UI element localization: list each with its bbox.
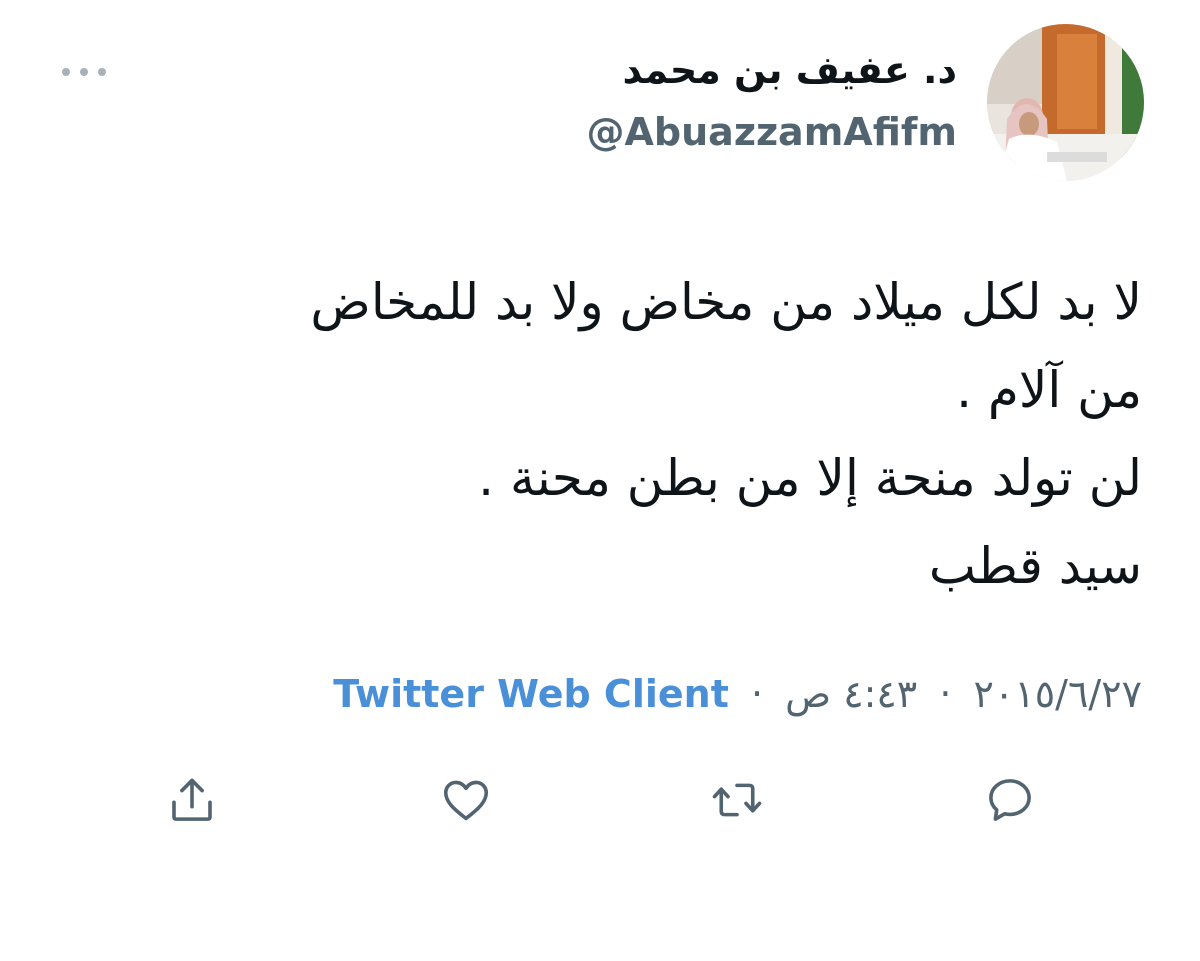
retweet-icon bbox=[712, 783, 762, 817]
heart-icon bbox=[443, 780, 489, 821]
like-button[interactable] bbox=[436, 770, 496, 830]
tweet-source-link[interactable]: Twitter Web Client bbox=[333, 672, 729, 716]
tweet-card: د. عفيف بن محمد @AbuazzamAfifm لا بد لكل… bbox=[0, 0, 1200, 961]
author-name[interactable]: د. عفيف بن محمد bbox=[622, 42, 957, 98]
tweet-text-line: سيد قطب bbox=[928, 537, 1142, 595]
avatar[interactable] bbox=[987, 24, 1144, 181]
more-dots-icon bbox=[98, 68, 106, 76]
reply-icon bbox=[989, 779, 1031, 821]
meta-separator: · bbox=[939, 672, 952, 716]
avatar-photo bbox=[987, 24, 1144, 181]
tweet-meta: ٢٠١٥/٦/٢٧ · ٤:٤٣ ص · Twitter Web Client bbox=[333, 664, 1142, 724]
tweet-text: لا بد لكل ميلاد من مخاض ولا بد للمخاض من… bbox=[62, 258, 1142, 610]
tweet-date[interactable]: ٢٠١٥/٦/٢٧ bbox=[974, 672, 1142, 716]
share-button[interactable] bbox=[162, 770, 222, 830]
tweet-text-line: من آلام . bbox=[956, 361, 1142, 419]
tweet-text-line: لا بد لكل ميلاد من مخاض ولا بد للمخاض bbox=[310, 273, 1142, 331]
more-options-button[interactable] bbox=[62, 62, 106, 82]
more-dots-icon bbox=[80, 68, 88, 76]
tweet-text-line: لن تولد منحة إلا من بطن محنة . bbox=[478, 449, 1142, 507]
tweet-time[interactable]: ٤:٤٣ ص bbox=[785, 672, 917, 716]
reply-button[interactable] bbox=[980, 770, 1040, 830]
retweet-button[interactable] bbox=[707, 770, 767, 830]
author-handle[interactable]: @AbuazzamAfifm bbox=[587, 104, 957, 160]
more-dots-icon bbox=[62, 68, 70, 76]
action-bar bbox=[0, 770, 1200, 830]
share-icon bbox=[172, 778, 212, 821]
meta-separator: · bbox=[750, 672, 764, 716]
